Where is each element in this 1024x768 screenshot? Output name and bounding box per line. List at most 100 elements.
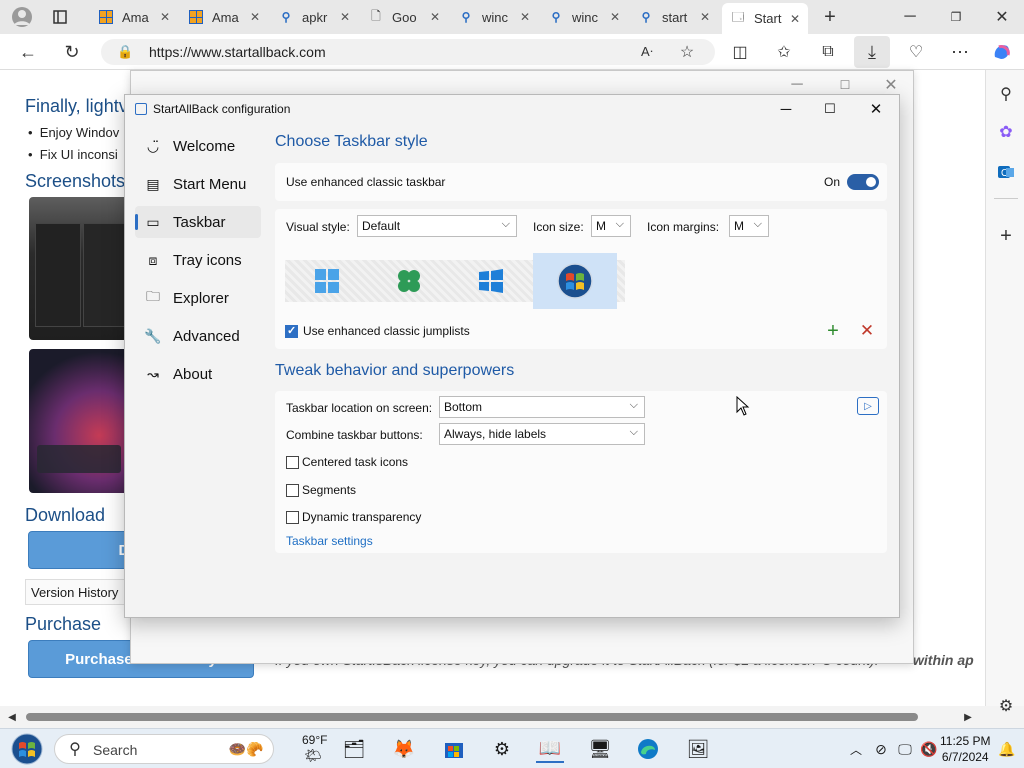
tab-amazon-2[interactable]: Ama ✕ <box>188 5 268 29</box>
icon-margins-select[interactable]: M ⌵ <box>729 215 769 237</box>
nav-item-explorer[interactable]: 🗀 Explorer <box>135 282 261 314</box>
split-screen-icon[interactable]: ◫ <box>728 42 752 62</box>
sidebar-search-icon[interactable]: ⚲ <box>994 82 1018 106</box>
amazon-favicon-icon <box>188 9 204 25</box>
taskbar-icon: ▭ <box>146 213 160 230</box>
firefox-icon[interactable]: 🦊 <box>390 735 418 763</box>
nav-item-about[interactable]: ↝ About <box>135 358 261 390</box>
network-icon[interactable]: ⊘ <box>870 735 892 763</box>
tab-start[interactable]: ⚲ start ✕ <box>638 5 718 29</box>
dynamic-transparency-checkbox[interactable] <box>286 511 299 524</box>
display-icon[interactable]: 🖵 <box>894 735 916 763</box>
file-explorer-icon[interactable]: 🗂 <box>340 735 368 763</box>
address-bar[interactable]: 🔒 https://www.startallback.com Aᐧ ☆ <box>101 39 715 65</box>
centered-icons-checkbox[interactable] <box>286 456 299 469</box>
nav-item-advanced[interactable]: 🔧 Advanced <box>135 320 261 352</box>
settings-gear-icon[interactable]: ⚙ <box>994 694 1018 718</box>
add-icon[interactable]: + <box>823 320 843 342</box>
ghost-minimize-icon: ─ <box>791 76 803 93</box>
mute-speaker-icon[interactable]: 🔇 <box>918 735 940 763</box>
icon-margins-label: Icon margins: <box>647 220 720 234</box>
copilot-icon[interactable] <box>990 40 1014 64</box>
close-tab-icon[interactable]: ✕ <box>340 10 350 24</box>
close-button[interactable]: ✕ <box>853 95 899 123</box>
enhanced-taskbar-toggle[interactable] <box>847 174 879 190</box>
photos-icon[interactable]: 🖼 <box>684 735 712 763</box>
taskbar-location-select[interactable]: Bottom ⌵ <box>439 396 645 418</box>
edge-browser-icon[interactable] <box>634 735 662 763</box>
jumplists-checkbox[interactable] <box>285 324 298 338</box>
visual-style-select[interactable]: Default ⌵ <box>357 215 517 237</box>
section-heading-tweak-behavior: Tweak behavior and superpowers <box>275 362 515 379</box>
new-tab-button[interactable]: + <box>818 5 842 29</box>
settings-app-icon[interactable]: ⚙ <box>488 735 516 763</box>
restore-browser-button[interactable]: ❐ <box>944 7 968 27</box>
close-tab-icon[interactable]: ✕ <box>520 10 530 24</box>
close-tab-icon[interactable]: ✕ <box>430 10 440 24</box>
collections-icon[interactable]: ⧉ <box>816 42 840 62</box>
scroll-left-arrow-icon[interactable]: ◀ <box>6 710 18 724</box>
close-tab-icon[interactable]: ✕ <box>700 10 710 24</box>
back-arrow-icon[interactable]: ← <box>16 42 40 62</box>
nav-item-taskbar[interactable]: ▭ Taskbar <box>135 206 261 238</box>
close-browser-button[interactable]: ✕ <box>990 7 1014 27</box>
ghost-close-icon: ✕ <box>884 77 898 94</box>
profile-avatar[interactable] <box>10 5 34 29</box>
remove-icon[interactable]: ✕ <box>857 321 877 341</box>
horizontal-scrollbar[interactable]: ◀ ▶ <box>0 706 985 728</box>
style-option-windows7-selected[interactable] <box>533 253 617 309</box>
close-tab-icon[interactable]: ✕ <box>160 10 170 24</box>
icon-size-select[interactable]: M ⌵ <box>591 215 631 237</box>
outlook-icon[interactable]: O <box>994 160 1018 184</box>
style-option-windows11[interactable] <box>285 253 369 309</box>
close-tab-icon[interactable]: ✕ <box>610 10 620 24</box>
store-icon[interactable] <box>440 735 468 763</box>
taskbar-search-box[interactable]: ⚲ Search 🍩🥐 <box>54 734 274 764</box>
notification-bell-icon[interactable]: 🔔 <box>996 735 1018 763</box>
close-tab-icon[interactable]: ✕ <box>250 10 260 24</box>
style-option-windows10[interactable] <box>449 253 533 309</box>
refresh-icon[interactable]: ↻ <box>60 42 84 62</box>
more-menu-icon[interactable]: ⋯ <box>948 42 972 62</box>
scroll-right-arrow-icon[interactable]: ▶ <box>962 710 974 724</box>
downloads-icon[interactable]: ⤓ <box>854 36 890 68</box>
close-tab-icon[interactable]: ✕ <box>790 12 800 26</box>
start-orb-button[interactable] <box>10 732 44 766</box>
minimize-button[interactable]: ─ <box>763 95 809 123</box>
sidebar-copilot-icon[interactable]: ✿ <box>994 120 1018 144</box>
favorites-icon[interactable]: ✩ <box>772 42 796 62</box>
tab-apkr[interactable]: ⚲ apkr ✕ <box>278 5 358 29</box>
read-aloud-icon[interactable]: Aᐧ <box>637 42 657 62</box>
behavior-card: Taskbar location on screen: Bottom ⌵ Com… <box>275 391 887 553</box>
nav-item-welcome[interactable]: ◡̈ Welcome <box>135 130 261 162</box>
nav-item-tray-icons[interactable]: ⧈ Tray icons <box>135 244 261 276</box>
chevron-down-icon: ⌵ <box>629 426 638 438</box>
screenshot-thumbnail-2[interactable] <box>29 349 129 493</box>
minimize-browser-button[interactable]: ─ <box>898 7 922 27</box>
show-hidden-icons-chevron-icon[interactable]: ︿ <box>846 735 866 763</box>
taskbar-settings-link[interactable]: Taskbar settings <box>286 534 373 548</box>
notepad-icon[interactable]: 📖 <box>536 735 564 763</box>
screenshot-thumbnail-1[interactable] <box>29 197 129 340</box>
tab-actions-icon[interactable] <box>50 7 70 27</box>
segments-checkbox[interactable] <box>286 484 299 497</box>
edge-sidebar: ⚲ ✿ O + ⚙ <box>985 70 1024 715</box>
enhanced-taskbar-label: Use enhanced classic taskbar <box>286 175 446 189</box>
favorite-star-icon[interactable]: ☆ <box>677 42 697 62</box>
tab-winc-2[interactable]: ⚲ winc ✕ <box>548 5 628 29</box>
clock[interactable]: 11:25 PM 6/7/2024 <box>940 733 990 765</box>
tab-google[interactable]: 🗋 Goo ✕ <box>368 5 448 29</box>
control-panel-icon[interactable]: 🖥 <box>586 735 614 763</box>
combine-buttons-select[interactable]: Always, hide labels ⌵ <box>439 423 645 445</box>
scroll-thumb[interactable] <box>26 713 918 721</box>
performance-icon[interactable]: ♡ <box>904 42 928 62</box>
video-preview-icon[interactable]: ▷ <box>857 397 879 415</box>
maximize-button[interactable]: ☐ <box>807 95 853 123</box>
nav-item-start-menu[interactable]: ▤ Start Menu <box>135 168 261 200</box>
tab-startallback-active[interactable]: 🗔 Start ✕ <box>722 3 808 34</box>
tab-amazon-1[interactable]: Ama ✕ <box>98 5 178 29</box>
style-option-clover[interactable] <box>367 253 451 309</box>
tab-winc-1[interactable]: ⚲ winc ✕ <box>458 5 538 29</box>
weather-widget[interactable]: 69°F 🌤 <box>298 733 332 763</box>
add-sidebar-app-icon[interactable]: + <box>994 224 1018 248</box>
